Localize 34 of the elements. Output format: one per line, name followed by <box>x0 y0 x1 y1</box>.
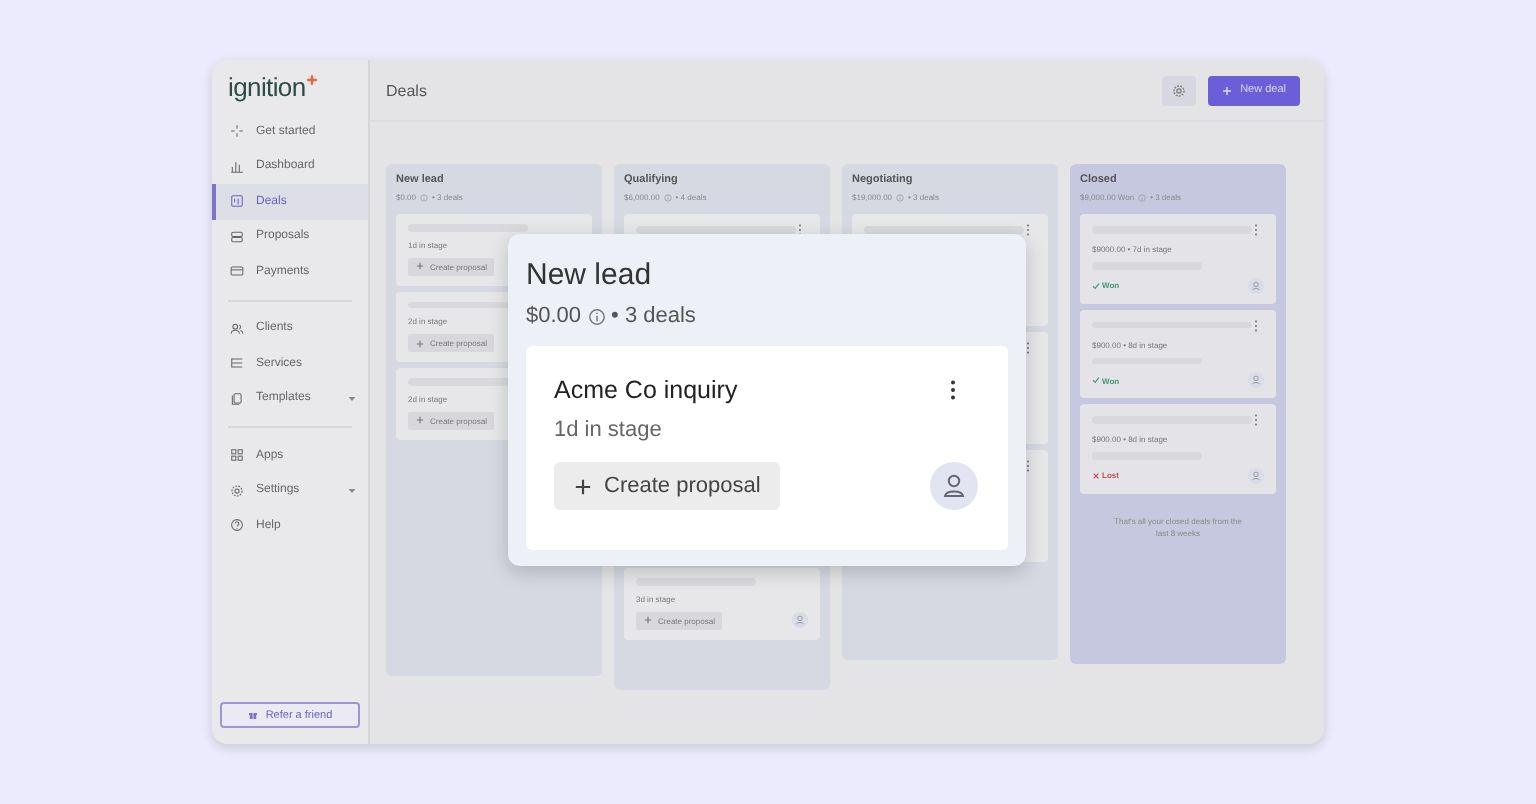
avatar-icon <box>1248 277 1264 293</box>
plus-icon <box>574 477 592 495</box>
avatar-icon <box>1248 372 1264 388</box>
column-amount: $0.00 <box>526 304 582 328</box>
people-icon <box>230 321 244 336</box>
deal-count: • 3 deals <box>611 304 696 328</box>
help-icon <box>230 518 244 533</box>
more-icon[interactable] <box>950 380 956 400</box>
bar-chart-icon <box>230 159 244 174</box>
avatar-icon <box>1248 467 1264 483</box>
avatar-icon <box>930 462 978 510</box>
avatar-icon <box>792 612 808 628</box>
gear-icon <box>1172 83 1187 97</box>
list-icon <box>230 356 244 371</box>
plus-icon <box>305 74 318 86</box>
stack-icon <box>230 229 244 244</box>
plus-icon <box>416 416 424 424</box>
plus-icon <box>1222 85 1233 95</box>
gift-icon <box>247 710 258 720</box>
kanban-icon <box>230 194 244 209</box>
page-title: Deals <box>386 81 427 99</box>
plus-icon <box>644 616 652 624</box>
settings-button[interactable] <box>1162 75 1197 105</box>
deal-card[interactable]: Acme Co inquiry 1d in stage Create proposal <box>526 346 1008 550</box>
settings-icon <box>230 483 244 498</box>
plus-icon <box>416 339 424 347</box>
sparkle-icon <box>230 124 244 139</box>
grid-icon <box>230 448 244 463</box>
info-icon <box>587 307 606 325</box>
create-proposal-button[interactable]: Create proposal <box>554 462 781 510</box>
logo: ignition <box>228 72 306 102</box>
plus-icon <box>416 262 424 270</box>
pages-icon <box>230 391 244 406</box>
card-icon <box>230 264 244 279</box>
